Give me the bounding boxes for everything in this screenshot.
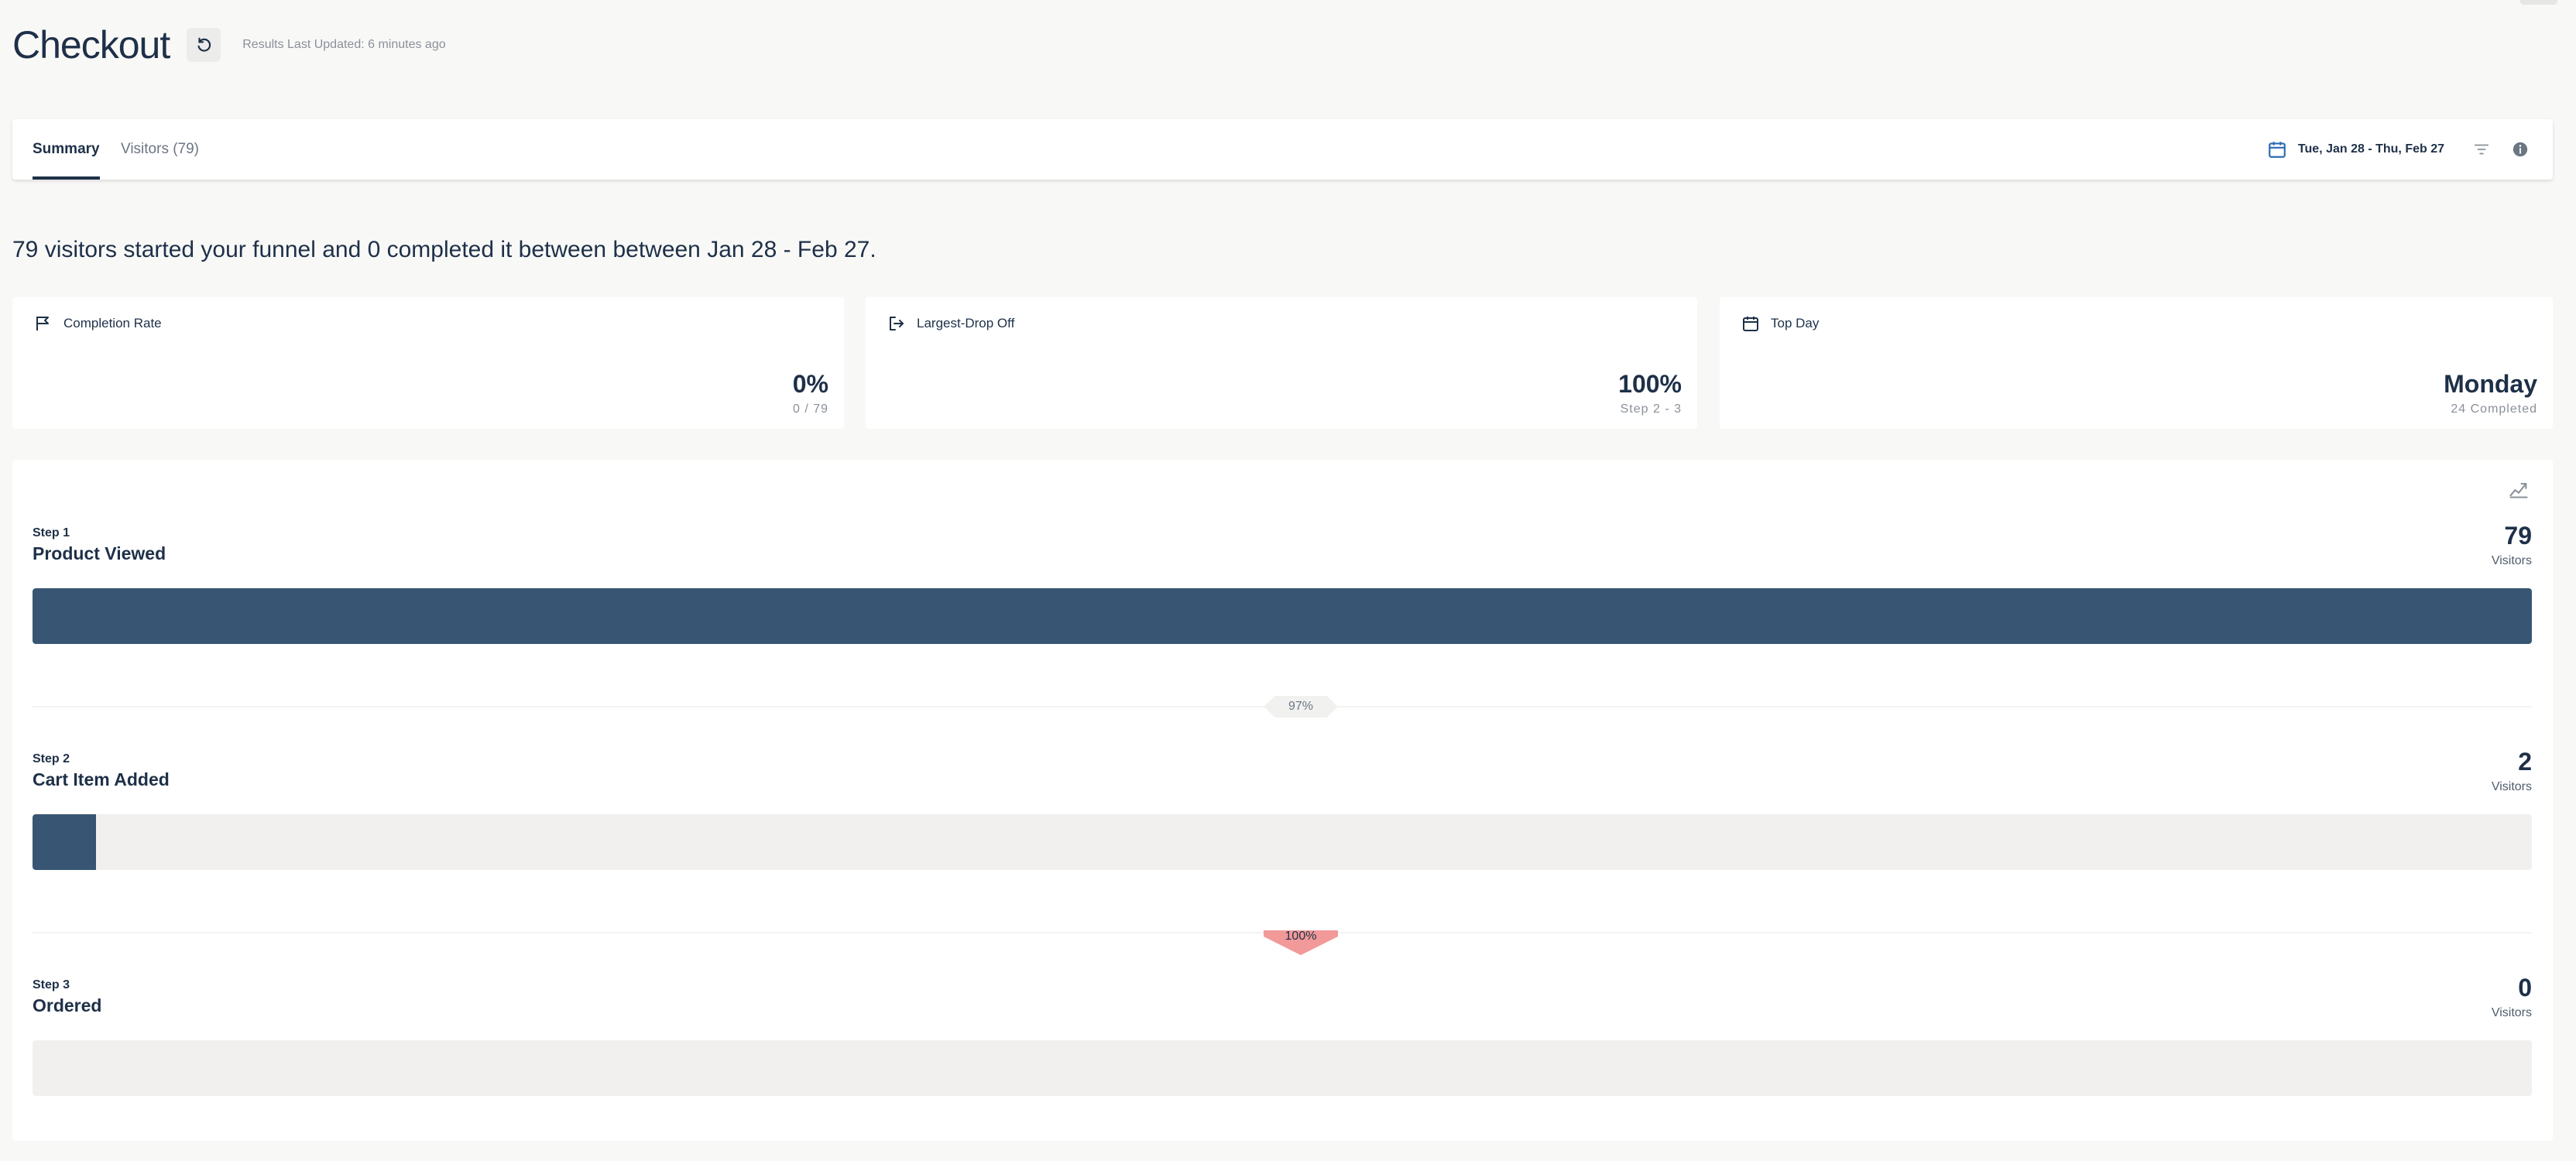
step-count-label: Visitors [2491, 554, 2532, 567]
calendar-icon [2269, 142, 2286, 158]
step-count: 0 [2518, 974, 2532, 1002]
step-bar-fill [33, 588, 2532, 644]
step-name: Cart Item Added [33, 769, 170, 789]
largest-drop-off-sub: Step 2 - 3 [1620, 402, 1682, 416]
step-label: Step 3 [33, 978, 70, 991]
step-name: Product Viewed [33, 543, 166, 563]
top-day-sub: 24 Completed [2451, 402, 2537, 416]
page-header: Checkout Results Last Updated: 6 minutes… [12, 22, 446, 68]
step-count-label: Visitors [2491, 780, 2532, 793]
calendar-icon [1743, 317, 1758, 331]
top-day-label: Top Day [1771, 316, 1820, 330]
filter-icon [2474, 144, 2489, 155]
top-day-card: Top Day Monday 24 Completed [1720, 297, 2553, 429]
funnel-panel: Step 1 Product Viewed 79 Visitors 97% St… [12, 460, 2553, 1141]
checkout-funnel-page: Checkout Results Last Updated: 6 minutes… [0, 0, 2576, 1161]
page-title: Checkout [12, 23, 170, 67]
funnel-step-3[interactable]: Step 3 Ordered 0 Visitors [33, 974, 2532, 1110]
largest-drop-off-value: 100% [1618, 370, 1682, 398]
step-label: Step 1 [33, 526, 70, 539]
trend-chart-button[interactable] [2508, 478, 2530, 500]
info-icon [2513, 142, 2528, 157]
step-label: Step 2 [33, 752, 70, 765]
refresh-icon [197, 37, 211, 52]
funnel-summary-sentence: 79 visitors started your funnel and 0 co… [12, 237, 876, 262]
tab-visitors[interactable]: Visitors (79) [121, 119, 199, 180]
top-day-value: Monday [2444, 370, 2537, 398]
step-bar-fill [33, 814, 96, 870]
funnel-step-1[interactable]: Step 1 Product Viewed 79 Visitors [33, 522, 2532, 658]
drop-off-badge: 100% [1264, 930, 1338, 955]
tabs-bar: Summary Visitors (79) Tue, Jan 28 - Thu,… [12, 119, 2553, 180]
step-count-label: Visitors [2491, 1006, 2532, 1019]
completion-rate-value: 0% [792, 370, 828, 398]
step-count: 79 [2504, 522, 2532, 550]
filter-button[interactable] [2472, 140, 2491, 159]
info-button[interactable] [2511, 140, 2530, 159]
date-range-label: Tue, Jan 28 - Thu, Feb 27 [2297, 142, 2444, 156]
step-name: Ordered [33, 995, 102, 1015]
corner-control[interactable] [2520, 0, 2557, 5]
step-bar-track [33, 814, 2532, 870]
step-bar-track [33, 588, 2532, 644]
completion-rate-sub: 0 / 79 [792, 402, 828, 416]
completion-rate-card: Completion Rate 0% 0 / 79 [12, 297, 844, 429]
card-label: Top Day [1741, 314, 1819, 333]
largest-drop-off-card: Largest-Drop Off 100% Step 2 - 3 [866, 297, 1697, 429]
drop-off-divider: 100% [33, 930, 2532, 955]
tab-summary[interactable]: Summary [33, 119, 100, 180]
completion-rate-label: Completion Rate [63, 316, 162, 330]
flag-icon [36, 317, 49, 330]
largest-drop-off-label: Largest-Drop Off [917, 316, 1015, 330]
refresh-button[interactable] [187, 28, 221, 62]
drop-off-badge: 97% [1264, 696, 1338, 717]
drop-off-divider: 97% [33, 696, 2532, 717]
card-label: Largest-Drop Off [887, 314, 1014, 333]
step-bar-track [33, 1040, 2532, 1096]
step-count: 2 [2518, 748, 2532, 776]
trend-icon [2509, 482, 2528, 498]
card-label: Completion Rate [34, 314, 162, 333]
last-updated-text: Results Last Updated: 6 minutes ago [242, 38, 446, 51]
date-range-picker[interactable]: Tue, Jan 28 - Thu, Feb 27 [2267, 119, 2444, 180]
exit-icon [890, 317, 904, 330]
funnel-step-2[interactable]: Step 2 Cart Item Added 2 Visitors [33, 748, 2532, 884]
